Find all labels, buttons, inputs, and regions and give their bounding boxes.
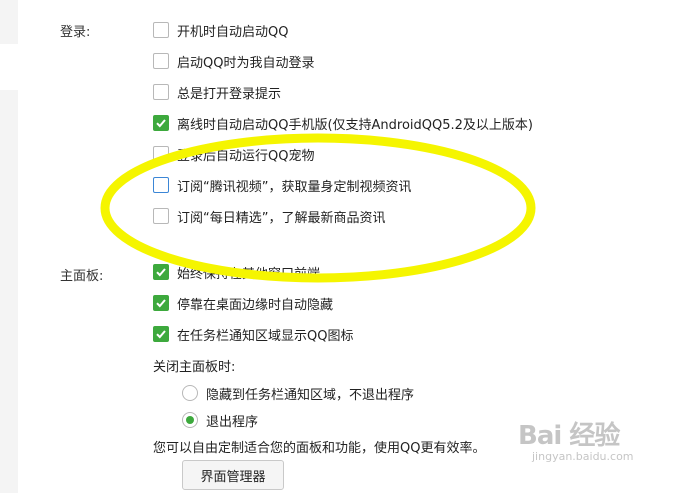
checkbox[interactable]	[153, 208, 169, 224]
option-qq-pet[interactable]: 登录后自动运行QQ宠物	[153, 144, 314, 164]
checkmark-icon	[156, 119, 166, 128]
radio-dot	[186, 416, 194, 424]
checkbox[interactable]	[153, 146, 169, 162]
close-panel-heading: 关闭主面板时:	[153, 360, 236, 375]
option-exit-program[interactable]: 退出程序	[182, 410, 258, 430]
checkbox[interactable]	[153, 53, 169, 69]
checkbox-checked[interactable]	[153, 115, 169, 131]
watermark: Bai 经验 jingyan.baidu.com	[518, 415, 668, 475]
option-label: 始终保持在其他窗口前端	[177, 266, 321, 282]
option-always-on-top[interactable]: 始终保持在其他窗口前端	[153, 262, 320, 282]
option-label: 离线时自动启动QQ手机版(仅支持AndroidQQ5.2及以上版本)	[177, 117, 534, 133]
option-label: 订阅“腾讯视频”，获取量身定制视频资讯	[177, 179, 412, 195]
checkmark-icon	[156, 299, 166, 308]
watermark-url: jingyan.baidu.com	[532, 450, 634, 463]
highlight-ellipse	[100, 133, 536, 283]
checkbox[interactable]	[153, 84, 169, 100]
option-auto-login[interactable]: 启动QQ时为我自动登录	[153, 51, 314, 71]
checkmark-icon	[156, 330, 166, 339]
login-section-label: 登录:	[60, 25, 91, 40]
option-label: 开机时自动启动QQ	[177, 24, 289, 40]
checkbox[interactable]	[153, 22, 169, 38]
option-label: 订阅“每日精选”，了解最新商品资讯	[177, 210, 386, 226]
option-auto-hide-edge[interactable]: 停靠在桌面边缘时自动隐藏	[153, 293, 333, 313]
option-login-prompt[interactable]: 总是打开登录提示	[153, 82, 281, 102]
checkbox-checked[interactable]	[153, 326, 169, 342]
main-panel-section-label: 主面板:	[60, 269, 104, 284]
option-auto-start-qq[interactable]: 开机时自动启动QQ	[153, 20, 288, 40]
left-panel-strip	[0, 90, 18, 493]
option-subscribe-daily-picks[interactable]: 订阅“每日精选”，了解最新商品资讯	[153, 206, 385, 226]
option-label: 总是打开登录提示	[177, 86, 282, 102]
radio-button-selected[interactable]	[182, 412, 198, 428]
option-label: 在任务栏通知区域显示QQ图标	[177, 328, 354, 344]
customize-description: 您可以自由定制适合您的面板和功能，使用QQ更有效率。	[153, 441, 486, 456]
option-label: 隐藏到任务栏通知区域，不退出程序	[206, 387, 415, 403]
option-offline-mobile-qq[interactable]: 离线时自动启动QQ手机版(仅支持AndroidQQ5.2及以上版本)	[153, 113, 533, 133]
checkbox[interactable]	[153, 177, 169, 193]
option-hide-to-tray[interactable]: 隐藏到任务栏通知区域，不退出程序	[182, 383, 414, 403]
interface-manager-button[interactable]: 界面管理器	[182, 460, 284, 490]
checkmark-icon	[156, 268, 166, 277]
left-panel-strip	[0, 0, 18, 44]
checkbox-checked[interactable]	[153, 264, 169, 280]
watermark-logo: Bai 经验	[518, 421, 620, 451]
checkbox-checked[interactable]	[153, 295, 169, 311]
option-label: 停靠在桌面边缘时自动隐藏	[177, 297, 334, 313]
option-label: 启动QQ时为我自动登录	[177, 55, 315, 71]
option-label: 退出程序	[206, 414, 259, 430]
option-subscribe-tencent-video[interactable]: 订阅“腾讯视频”，获取量身定制视频资讯	[153, 175, 411, 195]
option-tray-icon[interactable]: 在任务栏通知区域显示QQ图标	[153, 324, 353, 344]
option-label: 登录后自动运行QQ宠物	[177, 148, 315, 164]
radio-button[interactable]	[182, 385, 198, 401]
